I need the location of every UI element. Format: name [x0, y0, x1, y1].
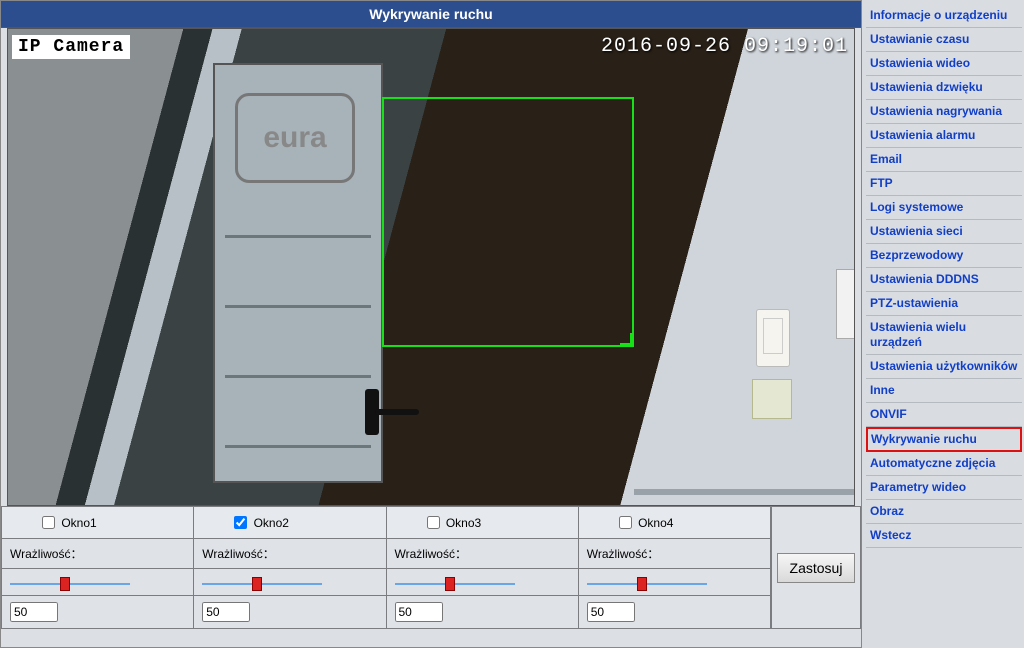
camera-label-overlay: IP Camera: [12, 35, 130, 59]
window-1-checkbox[interactable]: [42, 516, 55, 529]
scene-thermostat: [756, 309, 790, 367]
sensitivity-value-1[interactable]: [10, 602, 58, 622]
nav-item-video-params[interactable]: Parametry wideo: [866, 476, 1022, 500]
window-4-checkbox[interactable]: [619, 516, 632, 529]
nav-item-motion-detection[interactable]: Wykrywanie ruchu: [866, 427, 1022, 452]
nav-item-video-settings[interactable]: Ustawienia wideo: [866, 52, 1022, 76]
apply-button[interactable]: Zastosuj: [777, 553, 856, 583]
nav-item-auto-snapshot[interactable]: Automatyczne zdjęcia: [866, 452, 1022, 476]
nav-item-dddns[interactable]: Ustawienia DDDNS: [866, 268, 1022, 292]
scene-logo: eura: [235, 93, 355, 183]
window-2-checkbox[interactable]: [234, 516, 247, 529]
window-2-label: Okno2: [254, 516, 289, 530]
scene-intercom: [836, 269, 855, 339]
scene-light-switch: [752, 379, 792, 419]
scene-door-handle: [365, 395, 417, 431]
motion-windows-table: Okno1 Okno2 Okno3 Okno4 Wrażliwość： Wraż…: [1, 506, 771, 629]
nav-item-ptz-settings[interactable]: PTZ-ustawienia: [866, 292, 1022, 316]
nav-item-audio-settings[interactable]: Ustawienia dzwięku: [866, 76, 1022, 100]
main-panel: Wykrywanie ruchu IP Camera 2016-09-26 09…: [0, 0, 862, 648]
nav-item-ftp[interactable]: FTP: [866, 172, 1022, 196]
sensitivity-slider-4[interactable]: [587, 579, 707, 589]
window-3-label: Okno3: [446, 516, 481, 530]
window-4-label: Okno4: [638, 516, 673, 530]
nav-item-system-logs[interactable]: Logi systemowe: [866, 196, 1022, 220]
nav-item-time-settings[interactable]: Ustawianie czasu: [866, 28, 1022, 52]
nav-item-image[interactable]: Obraz: [866, 500, 1022, 524]
scene-door-panel: eura: [213, 63, 383, 483]
nav-item-multi-device[interactable]: Ustawienia wielu urządzeń: [866, 316, 1022, 355]
timestamp-overlay: 2016-09-26 09:19:01: [601, 35, 848, 58]
window-2-toggle[interactable]: Okno2: [230, 516, 289, 530]
sensitivity-label-4: Wrażliwość：: [578, 539, 770, 569]
nav-item-network-settings[interactable]: Ustawienia sieci: [866, 220, 1022, 244]
sensitivity-slider-3[interactable]: [395, 579, 515, 589]
nav-item-back[interactable]: Wstecz: [866, 524, 1022, 548]
nav-item-device-info[interactable]: Informacje o urządzeniu: [866, 4, 1022, 28]
window-3-toggle[interactable]: Okno3: [423, 516, 482, 530]
window-1-label: Okno1: [61, 516, 96, 530]
motion-detection-region[interactable]: [382, 97, 634, 347]
page-title: Wykrywanie ruchu: [1, 1, 861, 28]
nav-item-user-settings[interactable]: Ustawienia użytkowników: [866, 355, 1022, 379]
nav-item-other[interactable]: Inne: [866, 379, 1022, 403]
video-preview[interactable]: IP Camera 2016-09-26 09:19:01 eura: [7, 28, 855, 506]
nav-item-onvif[interactable]: ONVIF: [866, 403, 1022, 427]
window-3-checkbox[interactable]: [427, 516, 440, 529]
nav-item-wireless[interactable]: Bezprzewodowy: [866, 244, 1022, 268]
sensitivity-slider-2[interactable]: [202, 579, 322, 589]
nav-sidebar: Informacje o urządzeniu Ustawianie czasu…: [862, 0, 1024, 648]
sensitivity-value-3[interactable]: [395, 602, 443, 622]
sensitivity-slider-1[interactable]: [10, 579, 130, 589]
window-4-toggle[interactable]: Okno4: [615, 516, 674, 530]
sensitivity-value-4[interactable]: [587, 602, 635, 622]
scene-baseboard: [634, 489, 854, 495]
sensitivity-label-1: Wrażliwość：: [2, 539, 194, 569]
nav-item-recording-settings[interactable]: Ustawienia nagrywania: [866, 100, 1022, 124]
sensitivity-label-2: Wrażliwość：: [194, 539, 386, 569]
nav-item-email[interactable]: Email: [866, 148, 1022, 172]
window-1-toggle[interactable]: Okno1: [38, 516, 97, 530]
sensitivity-label-3: Wrażliwość：: [386, 539, 578, 569]
nav-item-alarm-settings[interactable]: Ustawienia alarmu: [866, 124, 1022, 148]
sensitivity-value-2[interactable]: [202, 602, 250, 622]
